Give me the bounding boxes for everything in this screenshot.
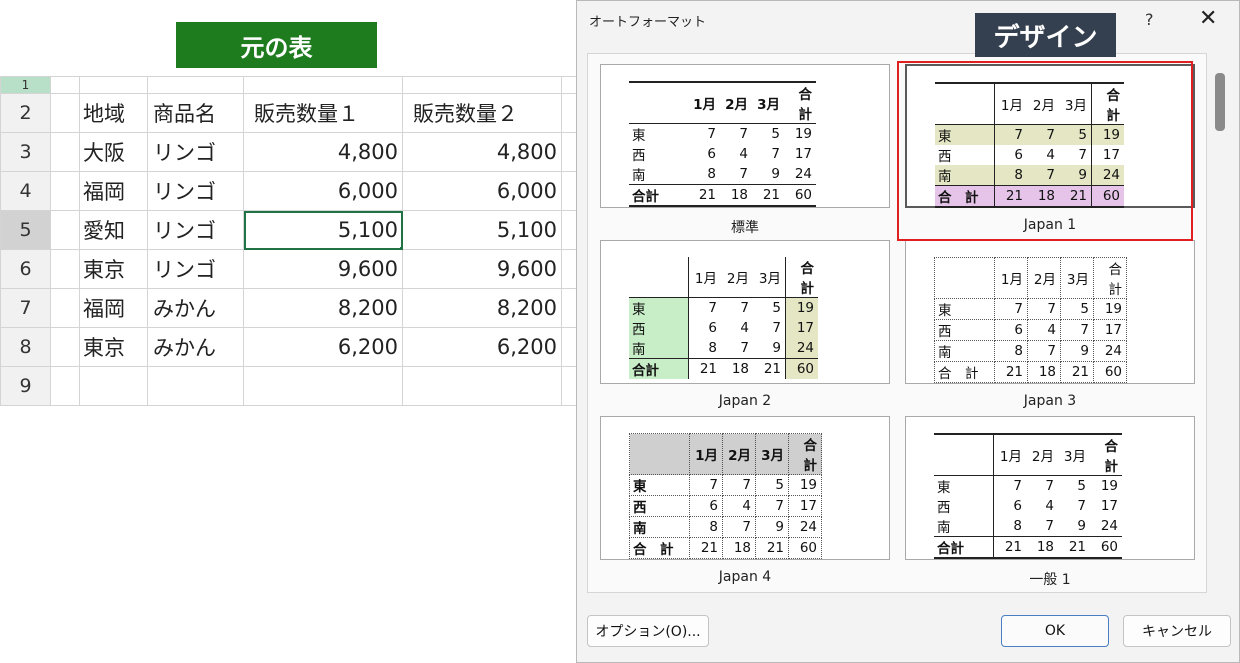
qty1-cell[interactable]: 4,800 bbox=[243, 132, 403, 172]
active-cell[interactable]: 5,100 bbox=[243, 210, 403, 250]
row-header[interactable]: 4 bbox=[0, 171, 51, 211]
cell[interactable] bbox=[50, 327, 80, 367]
cell[interactable] bbox=[50, 93, 80, 133]
cell[interactable] bbox=[402, 76, 562, 94]
row-header[interactable]: 7 bbox=[0, 288, 51, 328]
sheet-row: 2 地域 商品名 販売数量１ 販売数量２ bbox=[0, 93, 590, 133]
cell[interactable] bbox=[79, 76, 148, 94]
header-cell[interactable]: 商品名 bbox=[147, 93, 244, 133]
qty1-cell[interactable]: 6,200 bbox=[243, 327, 403, 367]
design-badge: デザイン bbox=[975, 13, 1116, 57]
cell[interactable] bbox=[50, 249, 80, 289]
preview-table: 1月 2月 3月 合計 東 7 7 5 19 西 6 4 7 17 南 8 7 9 24 合計 21 18 21 60 bbox=[629, 81, 816, 207]
qty2-cell[interactable]: 5,100 bbox=[402, 210, 562, 250]
cell[interactable] bbox=[402, 366, 562, 406]
sheet-row: 9 bbox=[0, 366, 590, 406]
region-cell[interactable]: 福岡 bbox=[79, 288, 148, 328]
format-card-general1[interactable]: 1月 2月 3月 合計 東 7 7 5 19 西 6 4 7 17 南 8 7 9 24 合計 21 18 21 60 bbox=[905, 416, 1195, 560]
original-table-banner: 元の表 bbox=[176, 22, 377, 68]
qty2-cell[interactable]: 4,800 bbox=[402, 132, 562, 172]
preview-table: 1月 2月 3月 合計 東 7 7 5 19 西 6 4 7 17 南 8 7 9 24 合計 21 18 21 60 bbox=[629, 257, 818, 379]
preview-table: 1月 2月 3月 合計 東 7 7 5 19 西 6 4 7 17 南 8 7 9 24 合 計 21 18 21 6… bbox=[629, 433, 822, 559]
format-label: 標準 bbox=[731, 220, 759, 236]
cell[interactable] bbox=[243, 366, 403, 406]
format-label: Japan 3 bbox=[1023, 393, 1077, 409]
row-header[interactable]: 9 bbox=[0, 366, 51, 406]
format-label: Japan 4 bbox=[718, 569, 772, 585]
qty2-cell[interactable]: 6,200 bbox=[402, 327, 562, 367]
row-header[interactable]: 8 bbox=[0, 327, 51, 367]
options-button[interactable]: オプション(O)... bbox=[587, 615, 709, 647]
close-icon[interactable]: ✕ bbox=[1199, 8, 1217, 30]
format-card-japan4[interactable]: 1月 2月 3月 合計 東 7 7 5 19 西 6 4 7 17 南 8 7 9 24 合 計 21 18 21 6… bbox=[600, 416, 890, 560]
cancel-button[interactable]: キャンセル bbox=[1123, 615, 1231, 647]
region-cell[interactable]: 福岡 bbox=[79, 171, 148, 211]
product-cell[interactable]: みかん bbox=[147, 327, 244, 367]
format-card-japan2[interactable]: 1月 2月 3月 合計 東 7 7 5 19 西 6 4 7 17 南 8 7 9 24 合計 21 18 21 60 bbox=[600, 240, 890, 384]
cell[interactable] bbox=[147, 366, 244, 406]
spreadsheet-grid: 1 2 地域 商品名 販売数量１ 販売数量２ 3 大阪 リンゴ 4,800 4,… bbox=[0, 76, 590, 406]
format-card-standard[interactable]: 1月 2月 3月 合計 東 7 7 5 19 西 6 4 7 17 南 8 7 9 24 合計 21 18 21 60 bbox=[600, 64, 890, 208]
qty2-cell[interactable]: 6,000 bbox=[402, 171, 562, 211]
cell[interactable] bbox=[79, 366, 148, 406]
cell[interactable] bbox=[50, 76, 80, 94]
qty2-cell[interactable]: 8,200 bbox=[402, 288, 562, 328]
header-cell[interactable]: 地域 bbox=[79, 93, 148, 133]
row-header[interactable]: 1 bbox=[0, 76, 51, 94]
qty2-cell[interactable]: 9,600 bbox=[402, 249, 562, 289]
product-cell[interactable]: リンゴ bbox=[147, 249, 244, 289]
sheet-row: 4 福岡 リンゴ 6,000 6,000 bbox=[0, 171, 590, 211]
row-header[interactable]: 3 bbox=[0, 132, 51, 172]
cell[interactable] bbox=[50, 210, 80, 250]
ok-button[interactable]: OK bbox=[1001, 615, 1109, 647]
product-cell[interactable]: リンゴ bbox=[147, 210, 244, 250]
row-header-selected[interactable]: 5 bbox=[0, 210, 51, 250]
product-cell[interactable]: リンゴ bbox=[147, 132, 244, 172]
region-cell[interactable]: 愛知 bbox=[79, 210, 148, 250]
row-header[interactable]: 2 bbox=[0, 93, 51, 133]
format-label: Japan 2 bbox=[718, 393, 772, 409]
sheet-row: 7 福岡 みかん 8,200 8,200 bbox=[0, 288, 590, 328]
region-cell[interactable]: 東京 bbox=[79, 249, 148, 289]
qty1-cell[interactable]: 8,200 bbox=[243, 288, 403, 328]
dialog-title: オートフォーマット bbox=[589, 15, 707, 30]
sheet-row: 1 bbox=[0, 76, 590, 94]
preview-table: 1月 2月 3月 合計 東 7 7 5 19 西 6 4 7 17 南 8 7 9 24 合計 21 18 21 60 bbox=[934, 433, 1122, 559]
autoformat-dialog: オートフォーマット ? ✕ デザイン 1月 2月 3月 合計 東 7 7 5 19 西6471… bbox=[576, 0, 1240, 663]
region-cell[interactable]: 大阪 bbox=[79, 132, 148, 172]
region-cell[interactable]: 東京 bbox=[79, 327, 148, 367]
help-icon[interactable]: ? bbox=[1145, 10, 1154, 29]
cell[interactable] bbox=[50, 132, 80, 172]
cell[interactable] bbox=[50, 288, 80, 328]
sheet-row: 3 大阪 リンゴ 4,800 4,800 bbox=[0, 132, 590, 172]
cell[interactable] bbox=[243, 76, 403, 94]
cell[interactable] bbox=[147, 76, 244, 94]
sheet-row: 5 愛知 リンゴ 5,100 5,100 bbox=[0, 210, 590, 250]
product-cell[interactable]: みかん bbox=[147, 288, 244, 328]
qty1-cell[interactable]: 9,600 bbox=[243, 249, 403, 289]
header-cell[interactable]: 販売数量２ bbox=[402, 93, 562, 133]
product-cell[interactable]: リンゴ bbox=[147, 171, 244, 211]
preview-table: 1月 2月 3月 合計 東 7 7 5 19 西 6 4 7 17 南 8 7 9 24 合 計 21 18 21 6… bbox=[934, 257, 1127, 383]
qty1-cell[interactable]: 6,000 bbox=[243, 171, 403, 211]
sheet-row: 6 東京 リンゴ 9,600 9,600 bbox=[0, 249, 590, 289]
row-header[interactable]: 6 bbox=[0, 249, 51, 289]
header-cell[interactable]: 販売数量１ bbox=[243, 93, 403, 133]
cell[interactable] bbox=[50, 171, 80, 211]
sheet-row: 8 東京 みかん 6,200 6,200 bbox=[0, 327, 590, 367]
format-label: 一般 1 bbox=[1029, 572, 1071, 588]
format-card-japan3[interactable]: 1月 2月 3月 合計 東 7 7 5 19 西 6 4 7 17 南 8 7 9 24 合 計 21 18 21 6… bbox=[905, 240, 1195, 384]
cell[interactable] bbox=[50, 366, 80, 406]
selection-highlight bbox=[897, 61, 1193, 241]
scrollbar-thumb[interactable] bbox=[1215, 73, 1225, 131]
